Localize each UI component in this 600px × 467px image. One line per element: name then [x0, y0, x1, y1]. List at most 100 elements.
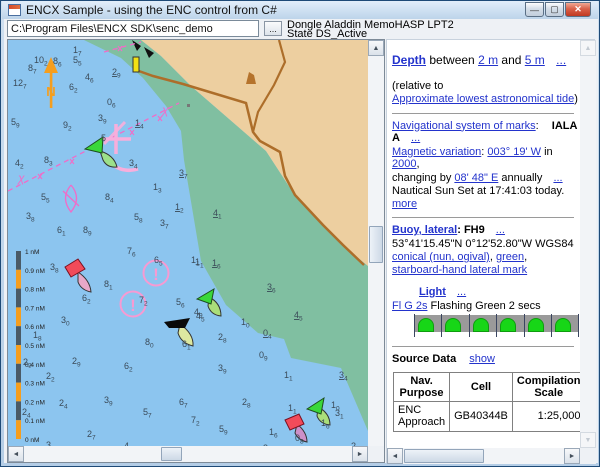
map-vertical-scrollbar[interactable]: ▲ ▼: [368, 40, 384, 462]
text: changing by: [392, 171, 452, 184]
text: and: [501, 53, 522, 67]
buoy-shape-link[interactable]: conical (nun, ogival): [392, 251, 490, 263]
scale-bar-segment: [16, 269, 21, 289]
text: in: [544, 145, 553, 158]
divider: [392, 217, 574, 218]
panel-vertical-scrollbar: ▲ ▼: [580, 40, 596, 448]
browse-button[interactable]: ...: [264, 21, 282, 36]
magvar-value-link[interactable]: 003° 19' W: [487, 146, 541, 158]
buoy-colour-link[interactable]: green: [496, 251, 524, 263]
horizontal-scroll-thumb[interactable]: [161, 447, 182, 461]
enc-chart-canvas[interactable]: χ χ ! ! N 1 nM0.9 nM0.8 nM0.7 nM0.6 nM0.…: [8, 40, 368, 446]
cable-symbol: χ: [17, 171, 25, 185]
maximize-button[interactable]: ▢: [545, 2, 564, 17]
text: annually: [501, 171, 543, 184]
buoy-category-link[interactable]: starboard-hand lateral mark: [392, 264, 527, 276]
light-sequence-diagram: [414, 314, 580, 339]
divider: [392, 112, 574, 114]
scale-bar-segment: [16, 363, 21, 383]
scrollbar-corner: [580, 448, 596, 464]
cable-symbol: χ: [161, 103, 169, 117]
table-header: Cell: [449, 371, 513, 402]
maximize-icon: ▢: [550, 4, 559, 14]
beacon-icon[interactable]: [132, 56, 140, 73]
scale-bar-label: 0.5 nM: [25, 343, 45, 350]
window-title: ENCX Sample - using the ENC control from…: [26, 3, 277, 17]
depth-more-link[interactable]: ...: [556, 53, 566, 67]
sunset-line: Nautical Sun Set at 17:41:03 today. more: [392, 185, 580, 210]
source-data-line: Source Data show: [392, 353, 580, 366]
close-button[interactable]: ✕: [565, 2, 591, 17]
table-cell: GB40344B: [449, 400, 513, 432]
scrollbar-corner: [368, 446, 384, 462]
magvar-year-link[interactable]: 2000: [392, 158, 416, 170]
buoy-position: 53°41'15.45"N 0°12'52.80"W WGS84: [392, 237, 574, 250]
source-data-table: Nav. PurposeCellCompilation ScaleIssuedE…: [392, 371, 580, 432]
title-bar[interactable]: ENCX Sample - using the ENC control from…: [2, 1, 598, 19]
light-sequence-tick: [523, 314, 525, 337]
feature-info: Depth between 2 m and 5 m ... (relative …: [387, 40, 580, 448]
landmark-dot: [187, 104, 190, 107]
marks-line: Navigational system of marks: IALA A ...: [392, 119, 578, 145]
app-window: ENCX Sample - using the ENC control from…: [0, 0, 600, 467]
scale-bar-label: 0.2 nM: [25, 399, 45, 406]
light-sequence-tick: [551, 314, 552, 337]
scale-bar-label: 0.8 nM: [25, 287, 45, 294]
scale-bar-segment: [16, 307, 21, 327]
scroll-right-button[interactable]: ►: [564, 448, 580, 464]
magvar-link[interactable]: Magnetic variation: [392, 146, 481, 158]
scroll-up-button[interactable]: ▲: [368, 40, 384, 56]
depth-max-link[interactable]: 5 m: [525, 53, 545, 67]
light-description: Flashing Green 2 secs: [430, 299, 541, 312]
light-link[interactable]: Light: [419, 286, 446, 298]
svg-text:N: N: [46, 84, 55, 99]
table-cell: 1:25,000: [511, 400, 580, 432]
text: between: [429, 53, 475, 67]
table-header: Nav. Purpose: [392, 371, 451, 402]
buoy-more-link[interactable]: ...: [496, 224, 505, 236]
depth-line: Depth between 2 m and 5 m ...: [392, 54, 580, 67]
scale-bar-label: 1 nM: [25, 249, 39, 256]
change-line: changing by 08' 48" E annually ...: [392, 172, 580, 185]
source-show-link[interactable]: show: [469, 353, 495, 365]
light-sequence-tick: [414, 314, 415, 337]
change-value-link[interactable]: 08' 48" E: [454, 172, 498, 184]
light-flash: [500, 318, 517, 332]
minimize-button[interactable]: —: [525, 2, 544, 17]
more-link[interactable]: more: [392, 198, 417, 210]
scroll-up-button: ▲: [580, 40, 596, 56]
dongle-status: Dongle Aladdin MemoHASP LPT2 State DS_Ac…: [287, 19, 454, 40]
scale-bar-label: 0.3 nM: [25, 381, 45, 388]
close-icon: ✕: [574, 4, 582, 14]
scale-bar-label: 0.7 nM: [25, 305, 45, 312]
vertical-scroll-thumb[interactable]: [369, 226, 383, 263]
depth-link[interactable]: Depth: [392, 53, 426, 67]
scale-bar-segment: [16, 420, 21, 439]
app-icon: [8, 4, 21, 16]
depth-min-link[interactable]: 2 m: [478, 53, 498, 67]
scale-bar-segment: [16, 251, 21, 270]
light-flash: [527, 318, 544, 332]
senc-path-input[interactable]: [7, 20, 259, 37]
map-horizontal-scrollbar[interactable]: ◄ ►: [8, 446, 368, 462]
marks-link[interactable]: Navigational system of marks: [392, 120, 536, 132]
horizontal-scroll-thumb[interactable]: [404, 449, 484, 463]
light-flash: [418, 318, 434, 332]
divider: [392, 346, 574, 347]
light-more-link[interactable]: ...: [457, 286, 466, 298]
text: Nautical Sun Set at 17:41:03 today.: [392, 185, 565, 197]
scroll-left-button[interactable]: ◄: [387, 448, 403, 464]
scale-bar-segment: [16, 345, 21, 364]
buoy-link[interactable]: Buoy, lateral: [392, 224, 457, 236]
light-flash: [472, 318, 489, 332]
magvar-line: Magnetic variation: 003° 19' W in 2000,: [392, 145, 553, 171]
scroll-down-button: ▼: [580, 432, 596, 448]
scroll-right-button[interactable]: ►: [352, 446, 368, 462]
marks-more-link[interactable]: ...: [411, 132, 420, 144]
scale-bar-segment: [16, 401, 21, 421]
scroll-left-button[interactable]: ◄: [8, 446, 24, 462]
panel-horizontal-scrollbar[interactable]: ◄ ►: [387, 448, 580, 464]
light-code-link[interactable]: Fl G 2s: [392, 300, 427, 312]
change-more-link[interactable]: ...: [553, 172, 562, 184]
tide-datum-link[interactable]: Approximate lowest astronomical tide: [392, 93, 574, 105]
